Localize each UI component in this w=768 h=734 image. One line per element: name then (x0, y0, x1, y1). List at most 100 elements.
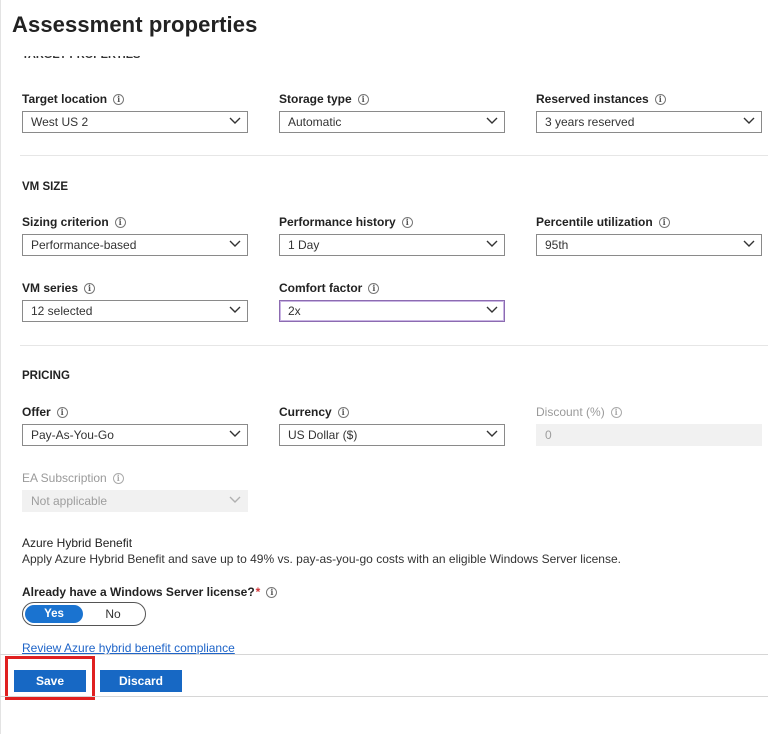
chevron-down-icon (486, 240, 498, 248)
section-heading-pricing: PRICING (22, 370, 70, 382)
vm-series-select[interactable]: 12 selected (22, 300, 248, 322)
target-location-label: Target location i (22, 91, 248, 107)
sizing-criterion-value: Performance-based (31, 238, 137, 252)
section-heading-target-properties-text: TARGET PROPERTIES (22, 56, 140, 65)
chevron-down-icon (743, 117, 755, 125)
percentile-utilization-value: 95th (545, 238, 569, 252)
info-icon[interactable]: i (114, 216, 126, 228)
sizing-criterion-field: Sizing criterion i Performance-based (22, 214, 248, 256)
percentile-utilization-label: Percentile utilization i (536, 214, 762, 230)
reserved-instances-label-text: Reserved instances (536, 92, 649, 106)
ea-subscription-field: EA Subscription i Not applicable (22, 470, 248, 512)
offer-field: Offer i Pay-As-You-Go (22, 404, 248, 446)
currency-select[interactable]: US Dollar ($) (279, 424, 505, 446)
info-icon[interactable]: i (610, 406, 622, 418)
performance-history-label: Performance history i (279, 214, 505, 230)
info-icon[interactable]: i (401, 216, 413, 228)
info-icon[interactable]: i (112, 472, 124, 484)
vm-series-label-text: VM series (22, 281, 79, 295)
comfort-factor-value: 2x (288, 304, 301, 318)
chevron-down-icon (229, 117, 241, 125)
discount-input: 0 (536, 424, 762, 446)
reserved-instances-label: Reserved instances i (536, 91, 762, 107)
chevron-down-icon (486, 306, 498, 314)
windows-license-question: Already have a Windows Server license? * i (22, 584, 278, 600)
save-highlight-box (5, 656, 95, 700)
info-icon[interactable]: i (368, 282, 380, 294)
currency-value: US Dollar ($) (288, 428, 358, 442)
chevron-down-icon (229, 240, 241, 248)
info-icon[interactable]: i (654, 93, 666, 105)
info-icon[interactable]: i (357, 93, 369, 105)
currency-field: Currency i US Dollar ($) (279, 404, 505, 446)
ea-subscription-select: Not applicable (22, 490, 248, 512)
vm-series-label: VM series i (22, 280, 248, 296)
performance-history-field: Performance history i 1 Day (279, 214, 505, 256)
discount-label-text: Discount (%) (536, 405, 605, 419)
info-icon[interactable]: i (113, 93, 125, 105)
windows-license-question-text: Already have a Windows Server license? (22, 585, 255, 599)
page-title: Assessment properties (12, 12, 258, 37)
info-icon[interactable]: i (84, 282, 96, 294)
offer-select[interactable]: Pay-As-You-Go (22, 424, 248, 446)
info-icon[interactable]: i (658, 216, 670, 228)
hybrid-compliance-link[interactable]: Review Azure hybrid benefit compliance (22, 641, 235, 654)
ea-subscription-label: EA Subscription i (22, 470, 248, 486)
chevron-down-icon (486, 117, 498, 125)
hybrid-benefit-title: Azure Hybrid Benefit (22, 536, 133, 550)
section-heading-vm-size: VM SIZE (22, 181, 69, 193)
hybrid-benefit-description: Apply Azure Hybrid Benefit and save up t… (22, 552, 621, 566)
currency-label-text: Currency (279, 405, 332, 419)
comfort-factor-select[interactable]: 2x (279, 300, 505, 322)
vm-series-field: VM series i 12 selected (22, 280, 248, 322)
performance-history-label-text: Performance history (279, 215, 396, 229)
left-border (0, 0, 1, 734)
discard-button[interactable]: Discard (100, 670, 182, 692)
comfort-factor-label-text: Comfort factor (279, 281, 363, 295)
ea-subscription-value: Not applicable (31, 494, 108, 508)
storage-type-value: Automatic (288, 115, 342, 129)
comfort-factor-field: Comfort factor i 2x (279, 280, 505, 322)
section-heading-target-properties: TARGET PROPERTIES (22, 56, 140, 65)
storage-type-label-text: Storage type (279, 92, 352, 106)
comfort-factor-label: Comfort factor i (279, 280, 505, 296)
storage-type-select[interactable]: Automatic (279, 111, 505, 133)
percentile-utilization-field: Percentile utilization i 95th (536, 214, 762, 256)
chevron-down-icon (229, 496, 241, 504)
info-icon[interactable]: i (266, 586, 278, 598)
target-location-value: West US 2 (31, 115, 89, 129)
chevron-down-icon (229, 430, 241, 438)
info-icon[interactable]: i (56, 406, 68, 418)
reserved-instances-value: 3 years reserved (545, 115, 635, 129)
offer-label: Offer i (22, 404, 248, 420)
target-location-label-text: Target location (22, 92, 108, 106)
sizing-criterion-label: Sizing criterion i (22, 214, 248, 230)
ea-subscription-label-text: EA Subscription (22, 471, 107, 485)
chevron-down-icon (229, 306, 241, 314)
toggle-yes-option[interactable]: Yes (25, 605, 83, 623)
chevron-down-icon (486, 430, 498, 438)
vm-series-value: 12 selected (31, 304, 93, 318)
currency-label: Currency i (279, 404, 505, 420)
discount-field: Discount (%) i 0 (536, 404, 762, 446)
performance-history-value: 1 Day (288, 238, 320, 252)
percentile-utilization-label-text: Percentile utilization (536, 215, 653, 229)
discount-value: 0 (545, 428, 552, 442)
sizing-criterion-select[interactable]: Performance-based (22, 234, 248, 256)
info-icon[interactable]: i (337, 406, 349, 418)
sizing-criterion-label-text: Sizing criterion (22, 215, 109, 229)
offer-value: Pay-As-You-Go (31, 428, 114, 442)
performance-history-select[interactable]: 1 Day (279, 234, 505, 256)
windows-license-toggle[interactable]: Yes No (22, 602, 146, 626)
footer-divider-top (0, 654, 768, 655)
section-divider (20, 155, 768, 156)
reserved-instances-select[interactable]: 3 years reserved (536, 111, 762, 133)
storage-type-field: Storage type i Automatic (279, 91, 505, 133)
footer-divider-bottom (0, 696, 768, 697)
discount-label: Discount (%) i (536, 404, 762, 420)
storage-type-label: Storage type i (279, 91, 505, 107)
toggle-no-option[interactable]: No (83, 607, 143, 621)
target-location-select[interactable]: West US 2 (22, 111, 248, 133)
required-marker: * (255, 585, 261, 599)
percentile-utilization-select[interactable]: 95th (536, 234, 762, 256)
